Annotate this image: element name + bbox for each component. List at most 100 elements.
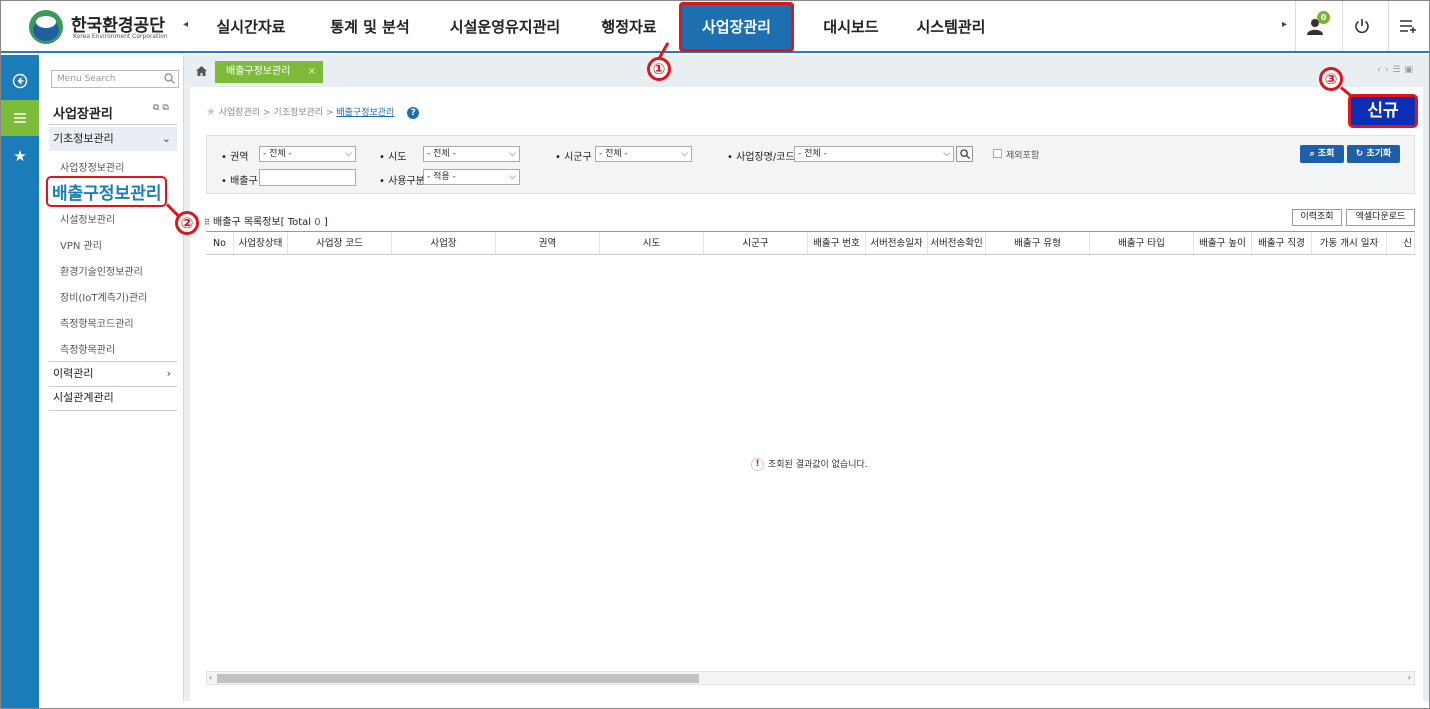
tab-label: 배출구정보관리 [226, 66, 291, 77]
site-select[interactable]: - 전체 - ⌵ [794, 146, 954, 162]
column-header[interactable]: 신 [1387, 232, 1415, 254]
exclude-checkbox[interactable] [993, 149, 1002, 158]
tab-outlet-info[interactable]: 배출구정보관리 × [215, 61, 323, 83]
column-header[interactable]: 사업장 [392, 232, 496, 254]
breadcrumb-current[interactable]: 배출구정보관리 [336, 108, 394, 118]
nav-item-statistics[interactable]: 통계 및 분석 [317, 1, 423, 53]
table-header: No 사업장상태 사업장 코드 사업장 권역 시도 시군구 배출구 번호 서버전… [206, 231, 1415, 255]
search-icon[interactable] [164, 73, 175, 84]
nav-item-facility[interactable]: 시설운영유지관리 [439, 1, 571, 53]
use-select[interactable]: - 적용 - ⌵ [423, 169, 520, 185]
column-header[interactable]: 시군구 [704, 232, 808, 254]
close-icon[interactable]: × [308, 61, 316, 83]
nav-item-system[interactable]: 시스템관리 [905, 1, 997, 53]
filter-label-outlet: • 배출구 [221, 176, 258, 187]
side-item-equipment[interactable]: 장비(IoT계측기)관리 [60, 289, 147, 304]
scroll-left-icon[interactable]: ‹ [209, 672, 212, 684]
side-group-history[interactable]: 이력관리 › [49, 362, 177, 386]
site-search-button[interactable] [956, 146, 973, 162]
refresh-icon: ↻ [1355, 149, 1364, 159]
new-button[interactable]: 신규 [1348, 94, 1418, 128]
tab-controls-icon[interactable]: ‹›☰▣ [1377, 65, 1417, 75]
nav-item-realtime[interactable]: 실시간자료 [201, 1, 301, 53]
column-header[interactable]: 배출구 번호 [808, 232, 866, 254]
logo[interactable]: 한국환경공단 Korea Environment Corporation [29, 9, 179, 45]
scrollbar-thumb[interactable] [217, 674, 699, 683]
search-icon: ⌕ [1309, 149, 1315, 159]
menu-add-button[interactable] [1388, 1, 1426, 51]
column-header[interactable]: 시도 [600, 232, 704, 254]
sigungu-select[interactable]: - 전체 - ⌵ [595, 146, 692, 162]
column-header[interactable]: 권역 [496, 232, 600, 254]
breadcrumb-separator: > [260, 108, 274, 118]
side-item-facility-info[interactable]: 시설정보관리 [60, 211, 115, 226]
filter-label-site: • 사업장명/코드 [727, 152, 795, 163]
nav-scroll-left-icon[interactable]: ◂ [183, 19, 188, 30]
menu-list-button[interactable] [1, 100, 39, 136]
history-button[interactable]: 이력조회 [1292, 209, 1342, 226]
expand-collapse-icons[interactable]: ⧉⧉ [153, 103, 172, 113]
side-item-measure-item[interactable]: 측정항목관리 [60, 341, 115, 356]
column-header[interactable]: No [206, 232, 234, 254]
filter-label-sido: • 시도 [379, 152, 407, 163]
side-item-measure-code[interactable]: 측정항목코드관리 [60, 315, 134, 330]
help-icon[interactable]: ? [407, 106, 420, 119]
side-item-site-info[interactable]: 사업장정보관리 [60, 159, 124, 174]
star-icon[interactable]: ★ [206, 105, 216, 118]
user-button[interactable]: 0 [1295, 1, 1333, 51]
outlet-input[interactable] [259, 169, 356, 186]
side-group-label: 시설관계관리 [53, 391, 114, 404]
search-button[interactable]: ⌕ 조회 [1300, 145, 1344, 163]
horizontal-scrollbar[interactable]: ‹ › [206, 671, 1415, 685]
sido-select[interactable]: - 전체 - ⌵ [423, 146, 520, 162]
column-header[interactable]: 사업장 코드 [288, 232, 392, 254]
app-window: 한국환경공단 Korea Environment Corporation ◂ 실… [0, 0, 1430, 709]
nav-item-dashboard[interactable]: 대시보드 [809, 1, 893, 53]
collapse-menu-button[interactable] [1, 63, 39, 99]
step-marker-2: ② [175, 211, 199, 235]
region-select[interactable]: - 전체 - ⌵ [259, 146, 356, 162]
filter-label-use: • 사용구분 [379, 176, 425, 187]
nav-scroll-right-icon[interactable]: ▸ [1282, 19, 1287, 30]
column-header[interactable]: 서버전송확인 [928, 232, 986, 254]
breadcrumb-root[interactable]: 사업장관리 [219, 108, 260, 118]
top-navigation-bar: 한국환경공단 Korea Environment Corporation ◂ 실… [1, 1, 1429, 53]
side-divider [49, 410, 177, 411]
filter-label-sigungu: • 시군구 [555, 152, 592, 163]
home-icon[interactable] [196, 66, 207, 76]
scroll-right-icon[interactable]: › [1408, 672, 1411, 684]
column-header[interactable]: 배출구 높이 [1194, 232, 1252, 254]
nav-item-site-management[interactable]: 사업장관리 [679, 2, 794, 52]
chevron-down-icon: ⌵ [681, 149, 688, 159]
main-area: 배출구정보관리 × ‹›☰▣ ★ 사업장관리 > 기초정보관리 > 배출구정보관… [184, 55, 1429, 701]
reset-button[interactable]: ↻ 초기화 [1347, 145, 1400, 163]
column-header[interactable]: 배출구 타입 [1090, 232, 1194, 254]
side-group-label: 이력관리 [53, 367, 94, 380]
column-header[interactable]: 가동 개시 일자 [1312, 232, 1387, 254]
column-header[interactable]: 사업장상태 [234, 232, 288, 254]
excel-download-button[interactable]: 엑셀다운로드 [1346, 209, 1415, 226]
side-item-outlet-info[interactable]: 배출구정보관리 [46, 176, 168, 207]
exclude-label: 제외포함 [1006, 151, 1040, 161]
chevron-down-icon: ⌵ [509, 172, 516, 182]
column-header[interactable]: 배출구 유형 [986, 232, 1090, 254]
favorites-button[interactable]: ★ [1, 138, 39, 174]
side-menu-title: 사업장관리 [53, 107, 113, 122]
side-item-vpn[interactable]: VPN 관리 [60, 237, 102, 252]
alert-icon: ! [751, 458, 764, 471]
menu-search-input[interactable]: Menu Search [51, 70, 179, 88]
breadcrumb-mid[interactable]: 기초정보관리 [273, 108, 323, 118]
list-title: ⠿ 배출구 목록정보[ Total 0 ] [204, 217, 328, 228]
column-header[interactable]: 서버전송일자 [866, 232, 928, 254]
side-group-basic-info[interactable]: 기초정보관리 ⌄ [49, 127, 177, 151]
side-item-engineer-info[interactable]: 환경기술인정보관리 [60, 263, 143, 278]
logout-button[interactable] [1342, 1, 1380, 51]
empty-message: ! 조회된 결과값이 없습니다. [751, 457, 868, 471]
nav-item-admin[interactable]: 행정자료 [587, 1, 671, 53]
column-header[interactable]: 배출구 직경 [1252, 232, 1312, 254]
side-group-relation[interactable]: 시설관계관리 [49, 386, 177, 410]
power-icon [1354, 19, 1369, 34]
chevron-down-icon: ⌵ [509, 149, 516, 159]
star-icon: ★ [13, 147, 27, 165]
content-panel: ★ 사업장관리 > 기초정보관리 > 배출구정보관리 ? 신규 • 권역 - 전… [190, 87, 1423, 701]
